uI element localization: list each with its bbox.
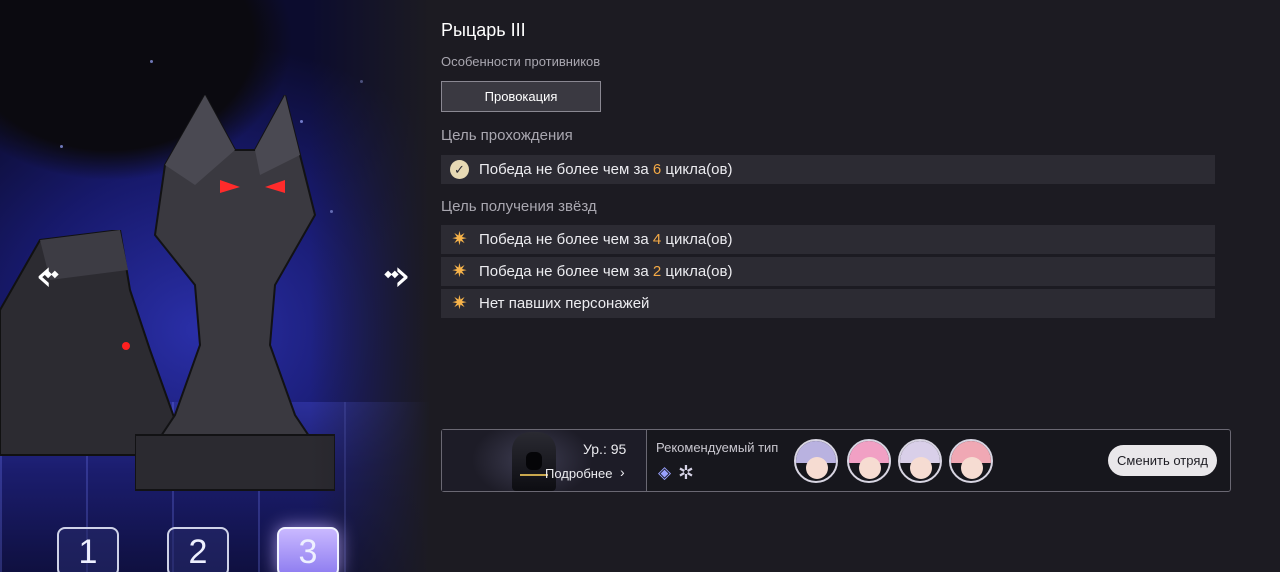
star-icon: ✷ bbox=[451, 293, 468, 314]
objective-prefix: Победа не более чем за bbox=[479, 263, 653, 280]
objective-suffix: цикла(ов) bbox=[661, 231, 733, 248]
objective-text: Нет павших персонажей bbox=[479, 295, 650, 312]
objective-number: 6 bbox=[652, 161, 662, 178]
avatar-face bbox=[859, 457, 881, 479]
star-goal-label: Цель получения звёзд bbox=[441, 198, 597, 215]
stage-button-2[interactable]: 2 bbox=[167, 527, 229, 572]
harmony-path-icon: ✲ bbox=[678, 463, 694, 484]
trait-button[interactable]: Провокация bbox=[441, 81, 601, 112]
recommended-type-label: Рекомендуемый тип bbox=[656, 440, 779, 455]
enemy-card[interactable]: Ур.: 95 Подробнее › bbox=[442, 430, 647, 491]
objective-prefix: Победа не более чем за bbox=[479, 161, 653, 178]
type-icons: ◈ ✲ bbox=[658, 463, 708, 484]
diamond-dots-icon: ◆◆ bbox=[384, 269, 398, 280]
avatar-face bbox=[961, 457, 983, 479]
enemy-level: Ур.: 95 bbox=[583, 441, 627, 457]
next-stage-arrow[interactable]: › ◆◆ bbox=[382, 250, 422, 302]
boss-scene: ‹ ◆◆ › ◆◆ 1 2 3 bbox=[0, 0, 430, 572]
stage-button-1[interactable]: 1 bbox=[57, 527, 119, 572]
star-goal-row: ✷ Победа не более чем за 2 цикла(ов) bbox=[441, 257, 1215, 286]
details-link[interactable]: Подробнее bbox=[545, 466, 612, 481]
space-particle bbox=[60, 145, 63, 148]
character-avatar[interactable] bbox=[898, 439, 942, 483]
clear-goal-label: Цель прохождения bbox=[441, 127, 573, 144]
character-avatar[interactable] bbox=[847, 439, 891, 483]
prev-stage-arrow[interactable]: ‹ ◆◆ bbox=[24, 250, 64, 302]
star-goal-row: ✷ Победа не более чем за 4 цикла(ов) bbox=[441, 225, 1215, 254]
enemy-info-bar: Ур.: 95 Подробнее › Рекомендуемый тип ◈ … bbox=[441, 429, 1231, 492]
check-icon: ✓ bbox=[450, 160, 469, 179]
cloak-trim bbox=[520, 474, 548, 488]
enemy-traits-label: Особенности противников bbox=[441, 54, 601, 69]
switch-team-button[interactable]: Сменить отряд bbox=[1108, 445, 1217, 476]
star-icon: ✷ bbox=[451, 229, 468, 250]
stage-title: Рыцарь III bbox=[441, 20, 526, 40]
character-avatar[interactable] bbox=[794, 439, 838, 483]
hood-shadow bbox=[526, 452, 542, 470]
objective-suffix: цикла(ов) bbox=[661, 263, 733, 280]
stage-button-3[interactable]: 3 bbox=[277, 527, 339, 572]
space-particle bbox=[150, 60, 153, 63]
objective-number: 4 bbox=[652, 231, 662, 248]
enemy-portrait bbox=[512, 432, 556, 491]
chevron-right-icon: › bbox=[620, 464, 625, 480]
imaginary-type-icon: ◈ bbox=[658, 463, 672, 482]
objective-number: 2 bbox=[652, 263, 662, 280]
star-goal-row: ✷ Нет павших персонажей bbox=[441, 289, 1215, 318]
character-avatar[interactable] bbox=[949, 439, 993, 483]
knight-piece bbox=[135, 95, 335, 491]
avatar-face bbox=[806, 457, 828, 479]
diamond-dots-icon: ◆◆ bbox=[44, 269, 58, 280]
avatar-face bbox=[910, 457, 932, 479]
clear-goal-row: ✓ Победа не более чем за 6 цикла(ов) bbox=[441, 155, 1215, 184]
objective-prefix: Победа не более чем за bbox=[479, 231, 653, 248]
objective-suffix: цикла(ов) bbox=[661, 161, 733, 178]
star-icon: ✷ bbox=[451, 261, 468, 282]
